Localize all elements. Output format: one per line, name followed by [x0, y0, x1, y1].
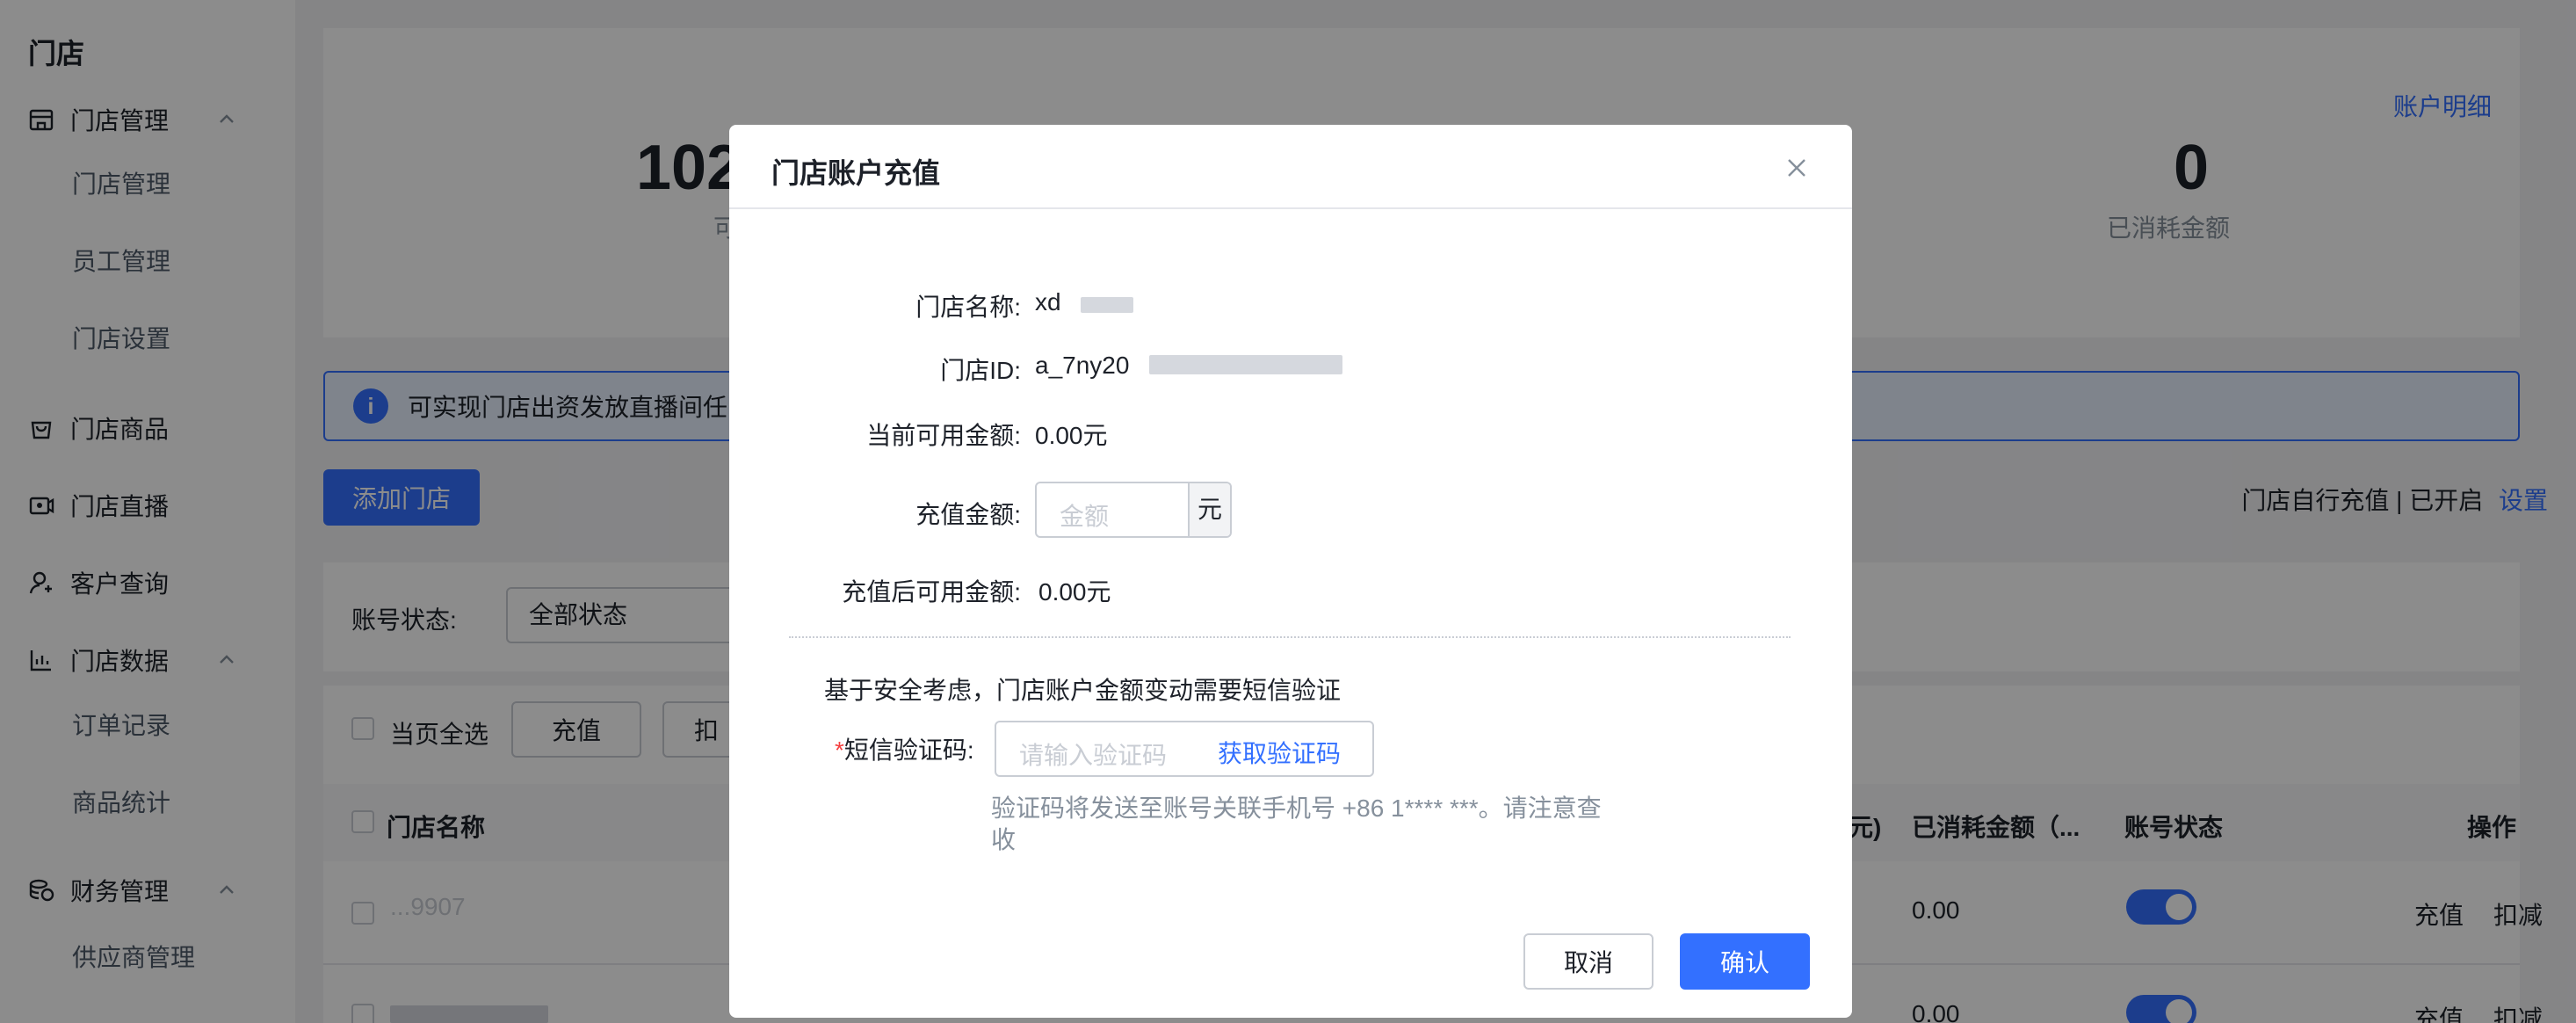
store-name-value: xd: [1035, 288, 1061, 316]
dialog-header-divider: [729, 207, 1852, 209]
recharge-dialog: 门店账户充值 门店名称: xd 门店ID: a_7ny20 当前可用金额: 0.…: [729, 125, 1852, 1018]
current-amount-label: 当前可用金额:: [866, 422, 1021, 449]
amount-unit-suffix: 元: [1188, 483, 1230, 536]
required-mark: *: [835, 736, 844, 764]
section-divider: [789, 636, 1791, 638]
store-id-value: a_7ny20: [1035, 352, 1130, 379]
close-icon[interactable]: [1784, 155, 1810, 181]
redacted-store-id: [1149, 355, 1342, 374]
sms-hint: 验证码将发送至账号关联手机号 +86 1**** ***。请注意查收: [991, 794, 1602, 853]
sms-code-placeholder: 请输入验证码: [1019, 742, 1168, 769]
recharge-amount-input[interactable]: 金额 元: [1035, 482, 1232, 538]
recharge-amount-label: 充值金额:: [915, 501, 1021, 528]
get-code-button[interactable]: 获取验证码: [1218, 735, 1341, 770]
store-name-label: 门店名称:: [915, 294, 1021, 321]
dialog-title: 门店账户充值: [771, 157, 941, 189]
security-note: 基于安全考虑，门店账户金额变动需要短信验证: [824, 677, 1342, 704]
cancel-button[interactable]: 取消: [1523, 933, 1653, 990]
sms-code-label: *短信验证码:: [835, 731, 974, 766]
sms-code-input[interactable]: 请输入验证码 获取验证码: [995, 721, 1374, 777]
redacted-store-name: [1081, 297, 1133, 313]
current-amount-value: 0.00元: [1035, 422, 1108, 449]
store-id-label: 门店ID:: [940, 357, 1021, 384]
confirm-button[interactable]: 确认: [1680, 933, 1810, 990]
amount-placeholder: 金额: [1060, 503, 1110, 530]
sms-code-label-text: 短信验证码:: [843, 736, 974, 764]
after-amount-label: 充值后可用金额:: [842, 578, 1021, 606]
after-amount-value: 0.00元: [1038, 578, 1111, 606]
